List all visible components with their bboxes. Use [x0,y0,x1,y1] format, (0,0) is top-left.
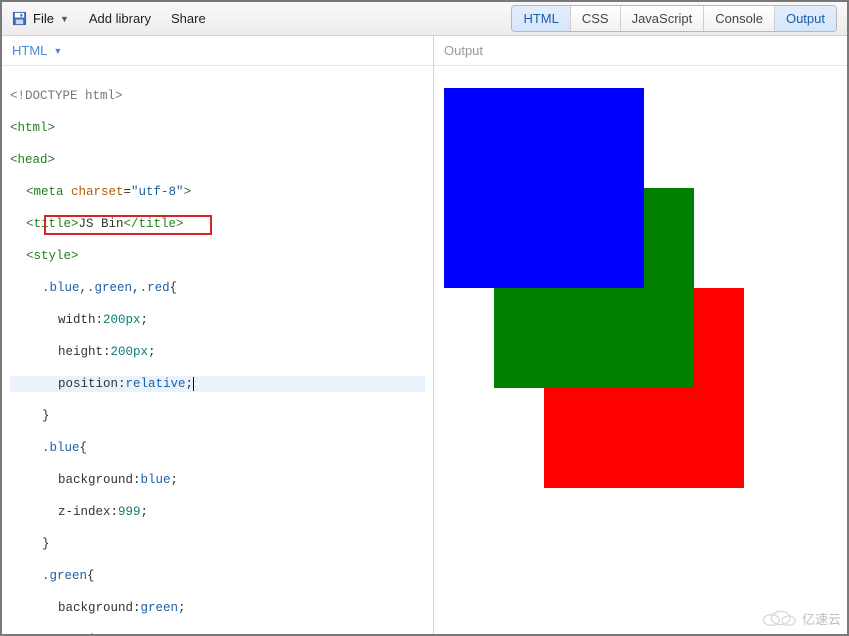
toolbar-left: File ▼ Add library Share [12,11,206,26]
caret-down-icon: ▼ [53,46,62,56]
toolbar-top: File ▼ Add library Share HTML CSS JavaSc… [2,2,847,36]
output-preview [434,66,847,634]
output-panel-head: Output [434,36,847,66]
tab-console[interactable]: Console [703,6,774,31]
main-panels: HTML ▼ <!DOCTYPE html> <html> <head> <me… [2,36,847,634]
output-panel-label: Output [444,43,483,58]
tab-output[interactable]: Output [774,6,836,31]
text-cursor-icon [193,377,194,391]
tab-html[interactable]: HTML [512,6,569,31]
share-button[interactable]: Share [171,11,206,26]
tab-javascript[interactable]: JavaScript [620,6,704,31]
panel-tabs: HTML CSS JavaScript Console Output [511,5,837,32]
add-library-button[interactable]: Add library [89,11,151,26]
output-box-blue [444,88,644,288]
save-floppy-icon [12,11,27,26]
file-menu-label: File [33,11,54,26]
watermark: 亿速云 [758,608,841,628]
watermark-text: 亿速云 [802,609,841,628]
code-editor[interactable]: <!DOCTYPE html> <html> <head> <meta char… [2,66,433,634]
file-menu-button[interactable]: File ▼ [12,11,69,26]
panel-output: Output [434,36,847,634]
panel-editor: HTML ▼ <!DOCTYPE html> <html> <head> <me… [2,36,434,634]
caret-down-icon: ▼ [60,14,69,24]
editor-panel-label: HTML [12,43,47,58]
cloud-logo-icon [758,608,798,628]
tab-css[interactable]: CSS [570,6,620,31]
editor-panel-head[interactable]: HTML ▼ [2,36,433,66]
